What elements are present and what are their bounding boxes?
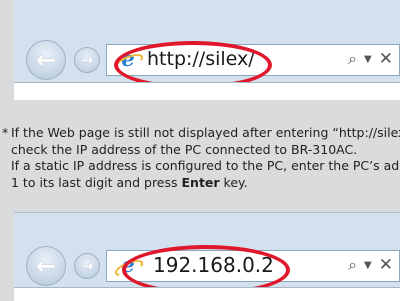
- instruction-note: * If the Web page is still not displayed…: [0, 125, 400, 191]
- search-icon[interactable]: ⌕: [348, 49, 357, 69]
- note-line-3: If a static IP address is configured to …: [0, 158, 400, 175]
- search-icon[interactable]: ⌕: [348, 255, 357, 275]
- forward-arrow-icon[interactable]: →: [74, 253, 100, 279]
- forward-arrow-icon[interactable]: →: [74, 47, 100, 73]
- back-arrow-icon[interactable]: ←: [26, 246, 66, 286]
- browser-window-top: ← → e http://silex/ ⌕ ▼ ✕: [14, 0, 400, 100]
- note-line-2: check the IP address of the PC connected…: [0, 142, 400, 159]
- dropdown-icon[interactable]: ▼: [364, 54, 372, 65]
- note-text-4b: key.: [219, 174, 248, 190]
- note-text-3: If a static IP address is configured to …: [11, 158, 400, 173]
- page-content-area: [14, 82, 400, 100]
- dropdown-icon[interactable]: ▼: [364, 260, 372, 271]
- close-icon[interactable]: ✕: [379, 49, 393, 69]
- note-line-4: 1 to its last digit and press Enter key.: [0, 175, 400, 192]
- enter-key-label: Enter: [181, 174, 220, 190]
- browser-window-bottom: ← → e 192.168.0.2 ⌕ ▼ ✕: [14, 212, 400, 301]
- note-text-2: check the IP address of the PC connected…: [11, 141, 358, 157]
- address-bar-tools: ⌕ ▼ ✕: [348, 255, 393, 275]
- page-content-area: [14, 287, 400, 301]
- close-icon[interactable]: ✕: [379, 255, 393, 275]
- back-arrow-icon[interactable]: ←: [26, 40, 66, 80]
- note-text-4a: 1 to its last digit and press: [11, 174, 182, 190]
- note-line-1: * If the Web page is still not displayed…: [0, 125, 400, 142]
- note-asterisk: *: [2, 125, 9, 140]
- address-bar-tools: ⌕ ▼ ✕: [348, 49, 393, 69]
- note-text-1: If the Web page is still not displayed a…: [11, 125, 400, 140]
